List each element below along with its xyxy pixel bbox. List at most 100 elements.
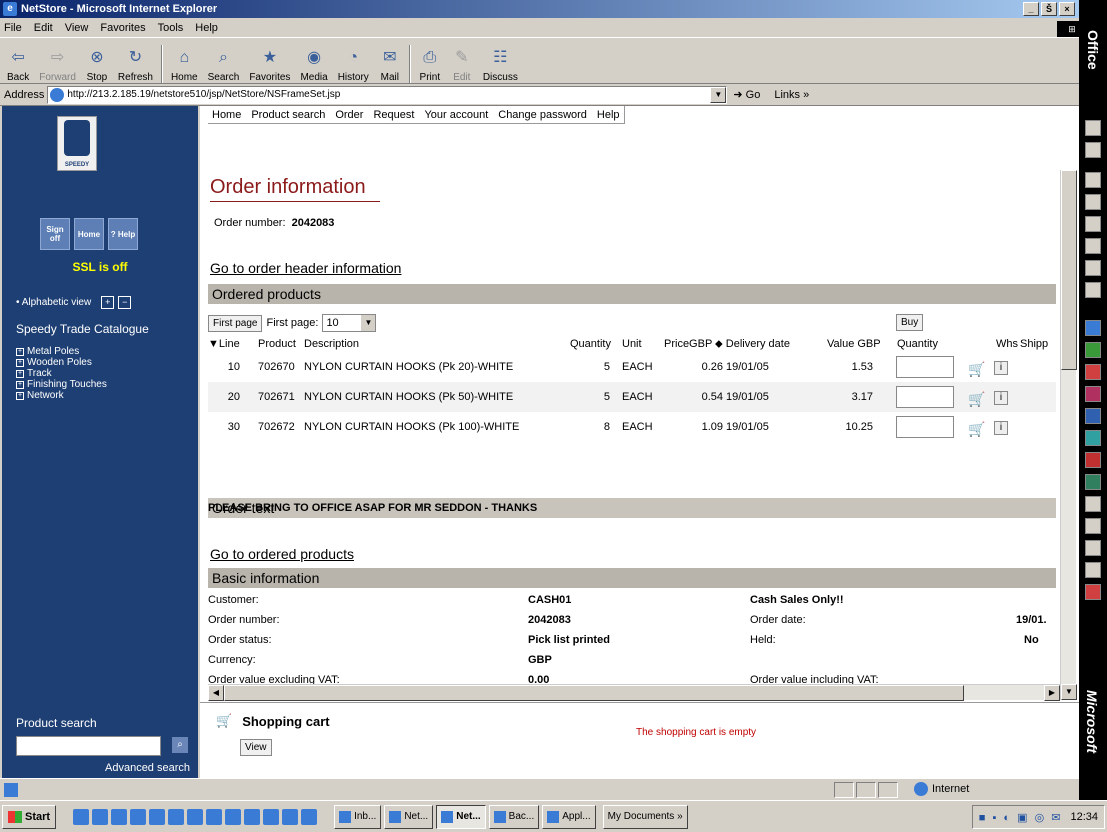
tray-icons[interactable]: ■ ▪ ◐ ▣ ◎ ✉	[979, 811, 1063, 824]
close-button[interactable]: ×	[1059, 2, 1075, 16]
powerpoint-icon[interactable]	[1085, 364, 1101, 380]
quick-launch-icon[interactable]	[92, 808, 109, 825]
buy-button[interactable]: Buy	[896, 314, 924, 331]
order-quantity-input[interactable]	[896, 416, 954, 438]
maximize-button[interactable]: Š	[1041, 2, 1057, 16]
col-line[interactable]: ▼Line	[208, 338, 240, 350]
clock[interactable]: 12:34	[1070, 811, 1098, 823]
task-inbox[interactable]: Inb...	[334, 804, 382, 829]
go-button[interactable]: ➜ Go	[733, 88, 760, 101]
office-shortcut-icon[interactable]	[1085, 452, 1101, 468]
scroll-right-icon[interactable]: ▶	[1044, 685, 1060, 701]
col-value[interactable]: Value GBP	[827, 338, 881, 350]
nav-product-search[interactable]: Product search	[251, 109, 325, 121]
my-documents-toolbar[interactable]: My Documents »	[602, 804, 688, 829]
links-button[interactable]: Links »	[774, 89, 809, 101]
order-quantity-input[interactable]	[896, 386, 954, 408]
nav-your-account[interactable]: Your account	[424, 109, 488, 121]
order-header-link[interactable]: Go to order header information	[210, 260, 401, 276]
quick-launch-icon[interactable]	[149, 808, 166, 825]
media-button[interactable]: ◉ Media	[295, 39, 332, 83]
col-product[interactable]: Product	[258, 338, 296, 350]
office-shortcut-icon[interactable]	[1085, 540, 1101, 556]
expand-all-icon[interactable]: +	[101, 296, 115, 309]
col-delivery-date[interactable]: ⬥ Delivery date	[715, 338, 790, 351]
nav-request[interactable]: Request	[373, 109, 414, 121]
catalogue-title[interactable]: Speedy Trade Catalogue	[16, 322, 149, 336]
outlook-icon[interactable]	[1085, 408, 1101, 424]
info-icon[interactable]: i	[994, 361, 1008, 375]
office-shortcut-icon[interactable]	[1085, 562, 1101, 578]
publisher-icon[interactable]	[1085, 430, 1101, 446]
forward-button[interactable]: ⇨ Forward	[34, 39, 81, 83]
help-button[interactable]: ? Help	[108, 218, 138, 250]
search-button-icon[interactable]: ⌕	[172, 737, 188, 753]
add-to-cart-icon[interactable]: 🛒	[968, 391, 985, 408]
nav-change-password[interactable]: Change password	[498, 109, 587, 121]
add-to-cart-icon[interactable]: 🛒	[968, 421, 985, 438]
history-button[interactable]: ◔ History	[333, 39, 374, 83]
home-button[interactable]: ⌂ Home	[166, 39, 203, 83]
order-quantity-input[interactable]	[896, 356, 954, 378]
advanced-search-link[interactable]: Advanced search	[105, 762, 190, 774]
quick-launch-icon[interactable]	[130, 808, 147, 825]
category-item[interactable]: + Finishing Touches	[16, 379, 107, 390]
address-dropdown-icon[interactable]: ▼	[710, 86, 727, 103]
expand-icon[interactable]: +	[16, 358, 24, 367]
horizontal-scrollbar[interactable]: ◀ ▶	[208, 684, 1060, 701]
menu-help[interactable]: Help	[195, 22, 218, 34]
first-page-button[interactable]: First page	[208, 314, 263, 332]
scroll-down-icon[interactable]: ▼	[1061, 684, 1077, 700]
office-shortcut-icon[interactable]	[1085, 282, 1101, 298]
collapse-all-icon[interactable]: −	[118, 296, 132, 309]
task-netstore-word[interactable]: Net...	[384, 804, 434, 829]
quick-launch-icon[interactable]	[244, 808, 261, 825]
office-shortcut-icon[interactable]	[1085, 238, 1101, 254]
office-shortcut-icon[interactable]	[1085, 518, 1101, 534]
excel-icon[interactable]	[1085, 342, 1101, 358]
address-input[interactable]: http://213.2.185.19/netstore510/jsp/NetS…	[47, 85, 728, 104]
office-shortcut-icon[interactable]	[1085, 216, 1101, 232]
col-description[interactable]: Description	[304, 338, 359, 350]
category-item[interactable]: + Network	[16, 390, 107, 401]
stop-button[interactable]: ⊗ Stop	[81, 39, 113, 83]
office-shortcut-icon[interactable]	[1085, 172, 1101, 188]
expand-icon[interactable]: +	[16, 347, 24, 356]
expand-icon[interactable]: +	[16, 391, 24, 400]
quick-launch-icon[interactable]	[187, 808, 204, 825]
category-item[interactable]: + Metal Poles	[16, 346, 107, 357]
info-icon[interactable]: i	[994, 391, 1008, 405]
col-unit[interactable]: Unit	[622, 338, 642, 350]
mail-button[interactable]: ✉ Mail	[374, 39, 406, 83]
office-shortcut-icon[interactable]	[1085, 142, 1101, 158]
info-icon[interactable]: i	[994, 421, 1008, 435]
acrobat-icon[interactable]	[1085, 584, 1101, 600]
word-icon[interactable]	[1085, 320, 1101, 336]
back-button[interactable]: ⇦ Back	[2, 39, 34, 83]
quick-launch-icon[interactable]	[168, 808, 185, 825]
edit-button[interactable]: ✎ Edit	[446, 39, 478, 83]
task-bac[interactable]: Bac...	[488, 804, 540, 829]
quick-launch-icon[interactable]	[111, 808, 128, 825]
expand-icon[interactable]: +	[16, 369, 24, 378]
quick-launch-icon[interactable]	[282, 808, 299, 825]
quick-launch-icon[interactable]	[225, 808, 242, 825]
product-search-input[interactable]	[16, 736, 161, 756]
office-shortcut-icon[interactable]	[1085, 474, 1101, 490]
category-item[interactable]: + Track	[16, 368, 107, 379]
menu-view[interactable]: View	[65, 22, 89, 34]
task-netstore-ie[interactable]: Net...	[436, 804, 486, 829]
task-appl[interactable]: Appl...	[542, 804, 596, 829]
office-shortcut-icon[interactable]	[1085, 260, 1101, 276]
access-icon[interactable]	[1085, 386, 1101, 402]
vertical-scrollbar[interactable]: ▲ ▼	[1060, 170, 1077, 700]
scroll-left-icon[interactable]: ◀	[208, 685, 224, 701]
refresh-button[interactable]: ↻ Refresh	[113, 39, 158, 83]
category-item[interactable]: + Wooden Poles	[16, 357, 107, 368]
office-shortcut-icon[interactable]	[1085, 496, 1101, 512]
nav-help[interactable]: Help	[597, 109, 620, 121]
nav-home[interactable]: Home	[212, 109, 241, 121]
search-button[interactable]: ⌕ Search	[203, 39, 245, 83]
menu-favorites[interactable]: Favorites	[100, 22, 145, 34]
start-button[interactable]: Start	[2, 804, 57, 829]
